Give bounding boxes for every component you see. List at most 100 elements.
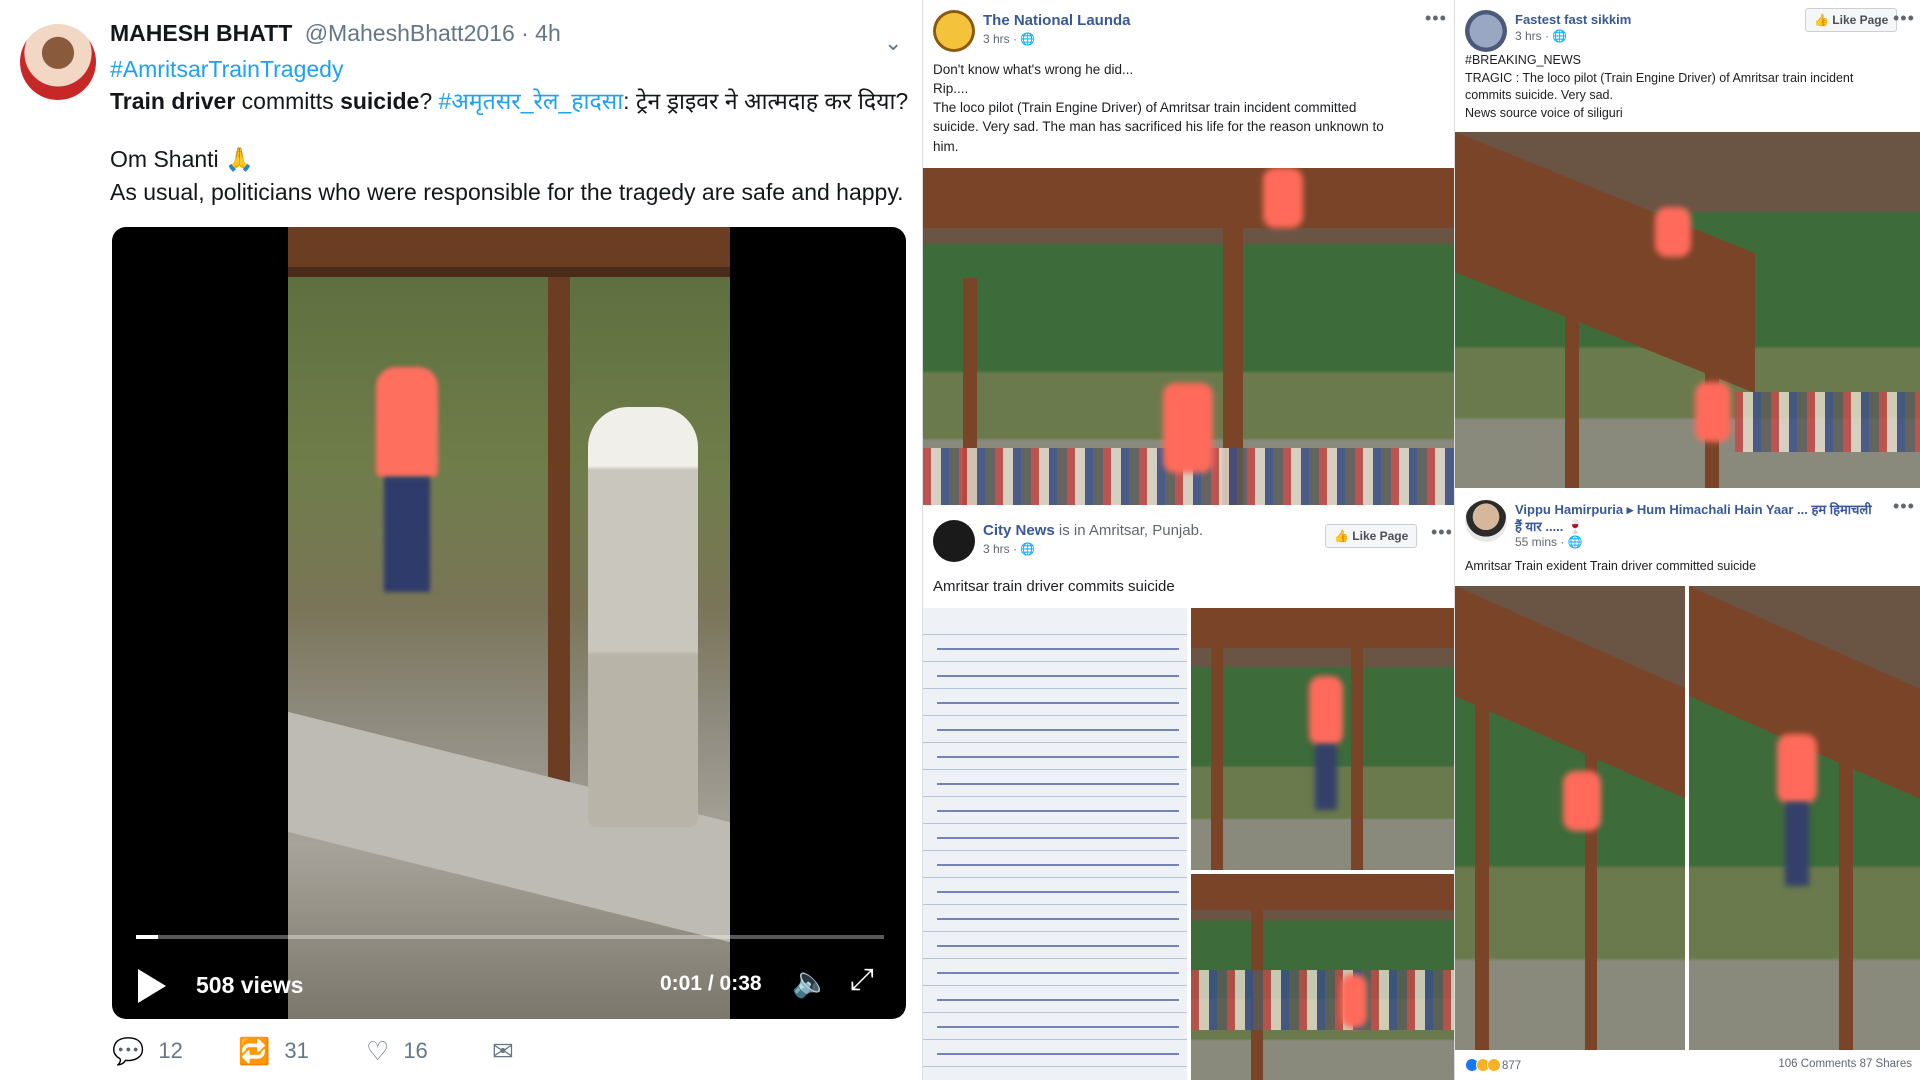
comments-shares-count[interactable]: 106 Comments 87 Shares bbox=[1778, 1058, 1912, 1070]
bridge-beam bbox=[1455, 586, 1685, 799]
video-views: 508 views bbox=[196, 972, 304, 998]
blurred-figure bbox=[1563, 771, 1601, 831]
page-name[interactable]: Vippu Hamirpuria ▸ Hum Himachali Hain Ya… bbox=[1515, 500, 1872, 518]
post-text-line: The loco pilot (Train Engine Driver) of … bbox=[933, 100, 1357, 116]
post-photo[interactable] bbox=[1191, 874, 1454, 1080]
tweet-text-bold: Train driver bbox=[110, 88, 236, 115]
tweet-panel: MAHESH BHATT @MaheshBhatt2016 · 4h ⌄ #Am… bbox=[0, 0, 922, 1080]
tweet-text-line: As usual, politicians who were responsib… bbox=[110, 178, 904, 205]
post-text-line: #BREAKING_NEWS bbox=[1465, 53, 1582, 67]
bridge-pillar bbox=[548, 257, 570, 857]
blurred-figure bbox=[1263, 168, 1303, 228]
blurred-figure bbox=[1695, 382, 1731, 442]
like-page-button[interactable]: 👍 Like Page bbox=[1805, 8, 1898, 32]
post-text: Amritsar train driver commits suicide bbox=[933, 578, 1175, 595]
post-text-line: TRAGIC : The loco pilot (Train Engine Dr… bbox=[1465, 70, 1854, 85]
reaction-count: 877 bbox=[1502, 1060, 1522, 1072]
post-time[interactable]: 3 hrs · 🌐 bbox=[1515, 29, 1567, 43]
fullscreen-icon[interactable]: ⤢ bbox=[850, 963, 874, 997]
post-photo[interactable] bbox=[1455, 132, 1920, 488]
facebook-column-right: Fastest fast sikkim 3 hrs · 🌐 👍 Like Pag… bbox=[1454, 0, 1920, 1080]
more-options-icon[interactable]: ••• bbox=[1431, 522, 1453, 543]
tweet-header: MAHESH BHATT @MaheshBhatt2016 · 4h bbox=[110, 20, 561, 47]
post-time[interactable]: 55 mins · 🌐 bbox=[1515, 535, 1583, 549]
bridge-beam bbox=[1191, 874, 1454, 910]
more-options-icon[interactable]: ••• bbox=[1893, 496, 1915, 517]
post-photo[interactable] bbox=[923, 168, 1454, 505]
video-frame bbox=[288, 227, 730, 1019]
fb-post-city-news: City News is in Amritsar, Punjab. 3 hrs … bbox=[923, 510, 1454, 1080]
user-avatar[interactable] bbox=[1465, 500, 1507, 542]
retweet-button[interactable]: 🔁 31 bbox=[238, 1036, 309, 1067]
avatar[interactable] bbox=[20, 24, 96, 100]
post-time[interactable]: 3 hrs · 🌐 bbox=[983, 32, 1035, 46]
like-page-label: Like Page bbox=[1832, 13, 1889, 27]
bridge-beam bbox=[923, 168, 1454, 228]
author-handle[interactable]: @MaheshBhatt2016 · 4h bbox=[305, 20, 561, 46]
post-text: #BREAKING_NEWS TRAGIC : The loco pilot (… bbox=[1465, 52, 1853, 122]
play-icon[interactable] bbox=[138, 969, 166, 1003]
blurred-figure bbox=[1309, 676, 1343, 746]
author-name[interactable]: MAHESH BHATT bbox=[110, 20, 292, 46]
tweet-actions: 💬 12 🔁 31 ♡ 16 ✉ bbox=[112, 1036, 612, 1076]
post-time[interactable]: 3 hrs · 🌐 bbox=[983, 542, 1035, 556]
page-avatar[interactable] bbox=[1465, 10, 1507, 52]
retweet-count: 31 bbox=[284, 1038, 309, 1063]
video-player[interactable]: 508 views 0:01 / 0:38 🔈 ⤢ bbox=[112, 227, 906, 1019]
fb-post-fastest-sikkim: Fastest fast sikkim 3 hrs · 🌐 👍 Like Pag… bbox=[1455, 0, 1920, 488]
like-page-button[interactable]: 👍 Like Page bbox=[1325, 524, 1418, 548]
post-text: Amritsar Train exident Train driver comm… bbox=[1465, 559, 1757, 573]
post-text-line: him. bbox=[933, 138, 959, 154]
post-text-line: News source voice of siliguri bbox=[1465, 105, 1623, 120]
fb-post-national-launda: The National Launda 3 hrs · 🌐 ••• Don't … bbox=[923, 0, 1454, 505]
retweet-icon: 🔁 bbox=[238, 1036, 271, 1066]
post-text-line: commits suicide. Very sad. bbox=[1465, 88, 1613, 102]
post-photo[interactable] bbox=[1455, 586, 1685, 1050]
page-name[interactable]: City News bbox=[983, 522, 1055, 539]
tweet-text: #AmritsarTrainTragedy Train driver commi… bbox=[110, 53, 910, 208]
like-button[interactable]: ♡ 16 bbox=[366, 1036, 428, 1067]
video-progress-fill bbox=[136, 935, 159, 939]
page-name[interactable]: The National Launda bbox=[983, 12, 1131, 29]
blurred-figure bbox=[1777, 734, 1817, 804]
hashtag-link[interactable]: #AmritsarTrainTragedy bbox=[110, 56, 343, 82]
video-time: 0:01 / 0:38 bbox=[660, 972, 762, 995]
facebook-column-left: The National Launda 3 hrs · 🌐 ••• Don't … bbox=[922, 0, 1454, 1080]
policeman-figure bbox=[588, 407, 698, 827]
handwritten-letter-photo[interactable] bbox=[923, 608, 1187, 1080]
video-progress-bar[interactable] bbox=[136, 935, 884, 939]
reply-button[interactable]: 💬 12 bbox=[112, 1036, 183, 1067]
page-name-line: City News is in Amritsar, Punjab. bbox=[983, 522, 1203, 539]
reply-count: 12 bbox=[158, 1038, 183, 1063]
tweet-text-part: : ट्रेन ड्राइवर ने आत्मदाह कर दिया? bbox=[623, 88, 909, 115]
bridge-pillar bbox=[1211, 638, 1223, 870]
crowd bbox=[1191, 970, 1454, 1030]
bridge-pillar bbox=[1565, 262, 1579, 488]
tweet-text-part: committs bbox=[235, 88, 341, 115]
direct-message-button[interactable]: ✉ bbox=[492, 1036, 528, 1067]
reaction-icons bbox=[1465, 1058, 1501, 1075]
page-avatar[interactable] bbox=[933, 520, 975, 562]
post-photo[interactable] bbox=[1689, 586, 1920, 1050]
envelope-icon: ✉ bbox=[492, 1036, 514, 1066]
blurred-figure-legs bbox=[384, 477, 430, 592]
blurred-figure bbox=[1163, 383, 1213, 473]
hindi-hashtag-link[interactable]: #अमृतसर_रेल_हादसा bbox=[439, 88, 624, 114]
letter-handwriting bbox=[937, 638, 1179, 1074]
bridge-pillar bbox=[1475, 686, 1489, 1050]
blurred-figure bbox=[1341, 974, 1367, 1028]
tweet-text-part: ? bbox=[419, 88, 439, 115]
blurred-figure bbox=[1655, 207, 1691, 257]
page-name[interactable]: Fastest fast sikkim bbox=[1515, 12, 1631, 27]
page-avatar[interactable] bbox=[933, 10, 975, 52]
heart-icon: ♡ bbox=[366, 1036, 390, 1066]
post-photo[interactable] bbox=[1191, 608, 1454, 870]
page-name-continued[interactable]: हैं यार ..... 🍷 bbox=[1515, 517, 1583, 535]
more-options-icon[interactable]: ••• bbox=[1893, 8, 1915, 29]
more-options-icon[interactable]: ••• bbox=[1425, 8, 1447, 29]
volume-icon[interactable]: 🔈 bbox=[792, 965, 829, 1000]
location-text: is in Amritsar, Punjab. bbox=[1054, 522, 1204, 539]
reactions-summary[interactable]: 877 bbox=[1465, 1058, 1521, 1075]
blurred-figure bbox=[376, 367, 438, 477]
bridge-beam bbox=[288, 227, 730, 267]
